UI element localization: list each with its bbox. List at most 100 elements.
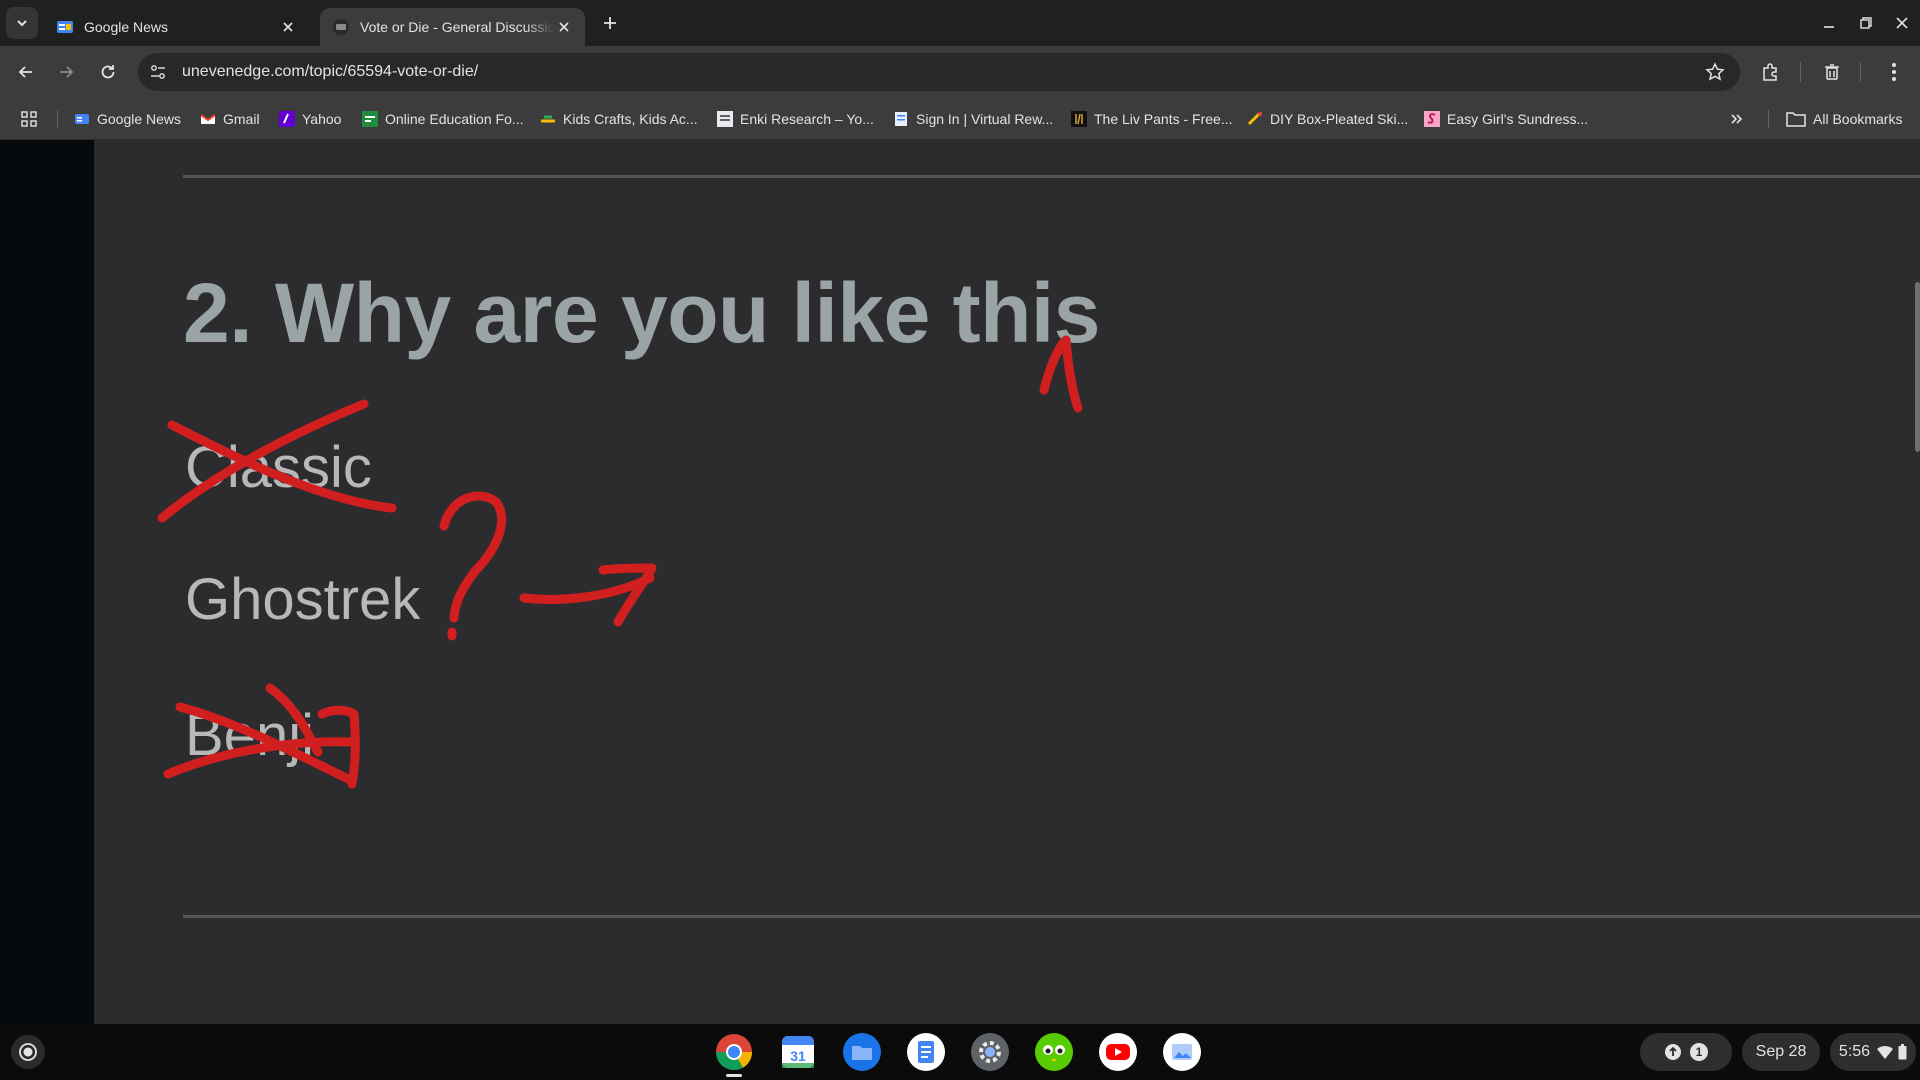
poll-option-classic[interactable]: Classic	[185, 434, 372, 501]
shelf-app-calendar[interactable]: 31	[778, 1032, 818, 1072]
page-content: 2. Why are you like this Classic Ghostre…	[0, 140, 1920, 1024]
bookmark-google-news[interactable]: Google News	[74, 107, 181, 131]
restore-icon	[1860, 17, 1872, 29]
bookmark-label: Google News	[97, 111, 182, 127]
docs-icon	[907, 1033, 945, 1071]
annotation-arrow-shaft	[519, 573, 655, 604]
trash-icon	[1825, 64, 1839, 80]
bookmarks-divider	[57, 110, 58, 128]
minimize-icon	[1824, 26, 1834, 28]
poll-option-ghostrek[interactable]: Ghostrek	[185, 566, 420, 633]
arrow-left-icon	[18, 66, 32, 78]
plus-icon	[604, 17, 616, 29]
google-news-icon	[74, 111, 90, 127]
close-icon	[1896, 17, 1908, 29]
youtube-icon	[1099, 1033, 1137, 1071]
site-info-icon[interactable]	[148, 62, 168, 82]
active-app-indicator	[726, 1074, 742, 1077]
tab-strip: Google News Vote or Die - General Discus…	[0, 0, 1920, 46]
all-bookmarks-button[interactable]: All Bookmarks	[1786, 107, 1902, 131]
shelf-app-duolingo[interactable]	[1034, 1032, 1074, 1072]
annotation-question-mark	[439, 491, 507, 623]
time-label: 5:56	[1838, 1043, 1871, 1060]
bookmark-online-education[interactable]: Online Education Fo...	[362, 107, 524, 131]
bookmark-label: Enki Research – Yo...	[740, 111, 874, 127]
shelf-app-files[interactable]	[842, 1032, 882, 1072]
shelf-app-youtube[interactable]	[1098, 1032, 1138, 1072]
puzzle-icon	[1763, 63, 1777, 81]
bookmark-gmail[interactable]: Gmail	[200, 107, 260, 131]
bookmark-label: Kids Crafts, Kids Ac...	[563, 111, 698, 127]
notification-tray[interactable]: 1	[1640, 1033, 1732, 1071]
address-bar[interactable]: unevenedge.com/topic/65594-vote-or-die/	[138, 53, 1740, 91]
new-tab-button[interactable]	[598, 11, 622, 35]
crafts-icon	[540, 111, 556, 127]
back-button[interactable]	[12, 58, 40, 86]
system-shelf: 31 1 Sep 28 5:56	[0, 1024, 1920, 1080]
reload-button[interactable]	[94, 58, 122, 86]
shelf-app-gallery[interactable]	[1162, 1032, 1202, 1072]
close-icon[interactable]	[555, 18, 573, 36]
forward-button[interactable]	[52, 58, 80, 86]
reload-icon	[101, 65, 115, 79]
diy-icon	[1247, 111, 1263, 127]
enki-icon	[717, 111, 733, 127]
minimize-button[interactable]	[1816, 10, 1842, 36]
close-icon[interactable]	[279, 18, 297, 36]
browser-toolbar: unevenedge.com/topic/65594-vote-or-die/	[0, 46, 1920, 98]
bookmark-yahoo[interactable]: Yahoo	[279, 107, 341, 131]
bookmark-sundress[interactable]: Easy Girl's Sundress...	[1424, 107, 1588, 131]
toolbar-divider	[1860, 62, 1861, 82]
bookmark-label: Gmail	[223, 111, 260, 127]
forum-icon	[332, 18, 350, 36]
google-news-icon	[56, 18, 74, 36]
education-icon	[362, 111, 378, 127]
bookmark-label: The Liv Pants - Free...	[1094, 111, 1233, 127]
calendar-icon: 31	[782, 1036, 814, 1068]
tab-search-button[interactable]	[6, 7, 38, 39]
notification-count-badge: 1	[1690, 1043, 1708, 1061]
apps-grid-icon	[21, 111, 37, 127]
url-text: unevenedge.com/topic/65594-vote-or-die/	[182, 63, 479, 80]
rewards-icon	[893, 111, 909, 127]
liv-icon	[1071, 111, 1087, 127]
tab-google-news[interactable]: Google News	[44, 8, 309, 46]
battery-icon	[1898, 1044, 1907, 1060]
launcher-button[interactable]	[11, 1035, 45, 1069]
status-tray[interactable]: 5:56	[1830, 1033, 1916, 1071]
shelf-app-settings[interactable]	[970, 1032, 1010, 1072]
bookmark-enki-research[interactable]: Enki Research – Yo...	[717, 107, 874, 131]
settings-icon	[971, 1033, 1009, 1071]
all-bookmarks-label: All Bookmarks	[1813, 111, 1903, 127]
bookmark-star-icon[interactable]	[1704, 61, 1726, 83]
extensions-button[interactable]	[1756, 58, 1784, 86]
bookmark-label: Yahoo	[302, 111, 342, 127]
folder-icon	[1786, 111, 1806, 127]
bookmark-virtual-rewards[interactable]: Sign In | Virtual Rew...	[893, 107, 1053, 131]
date-tray[interactable]: Sep 28	[1742, 1033, 1820, 1071]
menu-button[interactable]	[1880, 58, 1908, 86]
yahoo-icon	[279, 111, 295, 127]
shelf-app-chrome[interactable]	[714, 1032, 754, 1072]
bookmark-diy-skirt[interactable]: DIY Box-Pleated Ski...	[1247, 107, 1408, 131]
restore-button[interactable]	[1853, 10, 1879, 36]
bookmark-kids-crafts[interactable]: Kids Crafts, Kids Ac...	[540, 107, 698, 131]
annotation-arrow-head	[598, 563, 657, 627]
bookmark-liv-pants[interactable]: The Liv Pants - Free...	[1071, 107, 1233, 131]
sundress-icon	[1424, 111, 1440, 127]
delete-button[interactable]	[1818, 58, 1846, 86]
tab-title: Vote or Die - General Discussion	[360, 19, 555, 35]
tab-vote-or-die[interactable]: Vote or Die - General Discussion	[320, 8, 585, 46]
shelf-app-docs[interactable]	[906, 1032, 946, 1072]
apps-button[interactable]	[20, 107, 38, 131]
upload-icon	[1665, 1044, 1681, 1060]
poll-option-benji[interactable]: Benji	[185, 702, 314, 769]
chevron-down-icon	[17, 20, 27, 27]
more-bookmarks-button[interactable]	[1730, 107, 1744, 131]
bookmark-label: Easy Girl's Sundress...	[1447, 111, 1589, 127]
close-window-button[interactable]	[1889, 10, 1915, 36]
gmail-icon	[200, 111, 216, 127]
scrollbar-thumb[interactable]	[1915, 282, 1920, 452]
launcher-icon	[19, 1043, 37, 1061]
arrow-right-icon	[60, 66, 74, 78]
